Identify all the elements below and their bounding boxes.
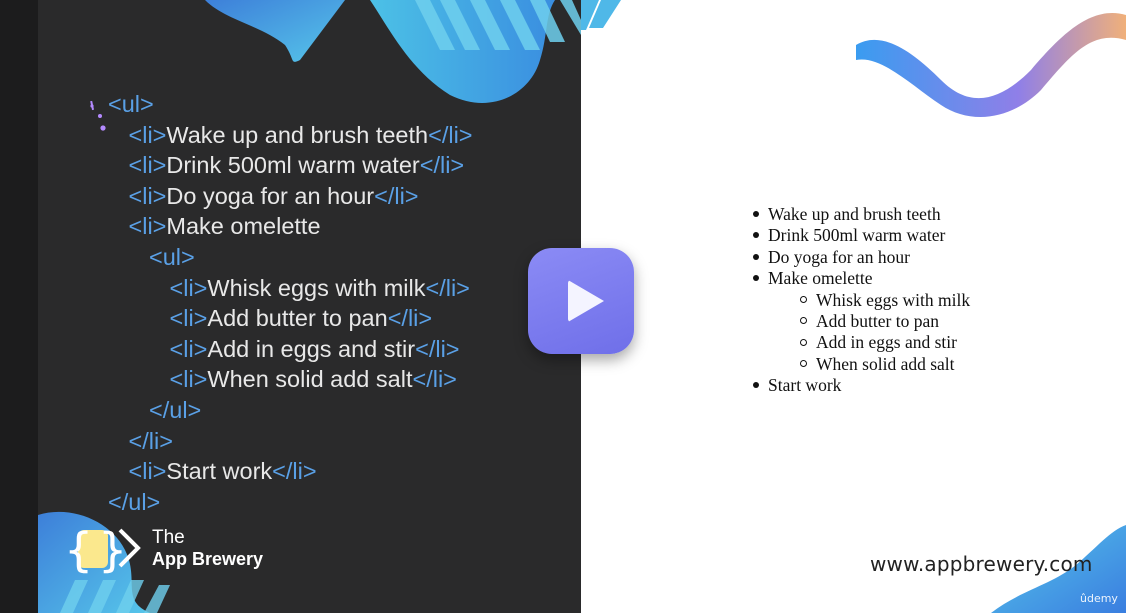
code-text: Do yoga for an hour — [166, 182, 375, 209]
code-line: <ul> — [149, 243, 195, 271]
code-open-tag: <li> — [169, 335, 208, 362]
list-item: Start work — [753, 375, 841, 396]
code-line: </ul> — [108, 488, 160, 516]
code-line: <li>Whisk eggs with milk</li> — [170, 274, 470, 302]
list-item-text: Drink 500ml warm water — [768, 225, 946, 246]
code-open-tag: <li> — [169, 305, 208, 332]
code-text: Add butter to pan — [207, 305, 388, 332]
code-open-tag: </ul> — [149, 397, 202, 423]
nested-list-item: Add butter to pan — [800, 311, 939, 332]
circle-bullet-icon — [800, 338, 807, 346]
code-line: <li>Add in eggs and stir</li> — [170, 335, 460, 363]
code-panel: <ul> <li>Wake up and brush teeth</li> <li>… — [0, 0, 581, 613]
disc-bullet-icon — [753, 253, 759, 260]
code-open-tag: <li> — [128, 152, 167, 179]
code-line: </li> — [129, 427, 173, 455]
list-item-text: Start work — [768, 375, 842, 396]
list-item-text: Wake up and brush teeth — [768, 204, 941, 224]
play-icon — [568, 280, 604, 322]
code-open-tag: <li> — [128, 458, 167, 485]
code-close-tag: </li> — [419, 152, 465, 179]
code-line: <li>When solid add salt</li> — [170, 365, 457, 393]
code-line: <li>Add butter to pan</li> — [170, 304, 433, 332]
code-line: <ul> — [108, 90, 154, 118]
play-button[interactable] — [528, 248, 634, 354]
list-item: Do yoga for an hour — [753, 247, 910, 268]
list-item-text: Add in eggs and stir — [816, 332, 957, 353]
code-line: <li>Do yoga for an hour</li> — [129, 182, 419, 210]
brand-line-2: App Brewery — [152, 549, 264, 569]
list-item-text: Make omelette — [768, 268, 873, 289]
list-item: Drink 500ml warm water — [753, 225, 945, 246]
list-item-text: Add butter to pan — [816, 311, 939, 331]
nested-list-item: When solid add salt — [800, 354, 955, 375]
circle-bullet-icon — [800, 317, 807, 325]
list-item: Wake up and brush teeth — [753, 204, 941, 225]
code-close-tag: </li> — [412, 366, 457, 393]
code-close-tag: </li> — [415, 335, 460, 362]
list-item-text: When solid add salt — [816, 353, 955, 374]
code-open-tag: <li> — [169, 366, 208, 393]
code-open-tag: <ul> — [108, 91, 154, 117]
circle-bullet-icon — [800, 360, 807, 368]
website-url: www.appbrewery.com — [870, 552, 1093, 576]
code-text: Start work — [166, 458, 273, 485]
udemy-watermark: ûdemy — [1080, 592, 1118, 605]
code-text: Drink 500ml warm water — [166, 152, 420, 179]
nested-list-item: Add in eggs and stir — [800, 332, 957, 353]
code-line: </ul> — [149, 396, 201, 424]
nested-list-item: Whisk eggs with milk — [800, 290, 970, 311]
circle-bullet-icon — [800, 296, 807, 304]
list-item: Make omelette — [753, 268, 872, 289]
code-open-tag: <ul> — [149, 244, 195, 270]
code-text: Wake up and brush teeth — [166, 121, 429, 148]
disc-bullet-icon — [753, 382, 759, 389]
code-open-tag: <li> — [128, 182, 167, 209]
code-line: <li>Wake up and brush teeth</li> — [129, 121, 473, 149]
code-close-tag: </li> — [272, 458, 317, 485]
code-open-tag: <li> — [128, 121, 167, 148]
code-line: <li>Start work</li> — [129, 457, 317, 485]
code-open-tag: </li> — [128, 427, 173, 454]
code-close-tag: </li> — [428, 121, 473, 148]
code-text: Make omelette — [166, 213, 321, 240]
code-text: Add in eggs and stir — [207, 335, 416, 362]
code-open-tag: </ul> — [108, 488, 161, 515]
svg-text:{: { — [64, 523, 93, 577]
code-close-tag: </li> — [374, 182, 419, 209]
code-line: <li>Make omelette — [129, 212, 321, 240]
brand-name: The App Brewery — [152, 528, 263, 570]
list-item-text: Do yoga for an hour — [768, 246, 910, 267]
code-text: Whisk eggs with milk — [207, 274, 426, 301]
disc-bullet-icon — [753, 275, 759, 282]
disc-bullet-icon — [753, 210, 759, 217]
code-close-tag: </li> — [425, 274, 470, 301]
list-item-text: Whisk eggs with milk — [816, 289, 971, 310]
code-line: <li>Drink 500ml warm water</li> — [129, 151, 465, 179]
code-close-tag: </li> — [387, 305, 433, 332]
code-open-tag: <li> — [169, 274, 208, 301]
braces-cup-logo-icon: { } — [64, 523, 141, 577]
disc-bullet-icon — [753, 232, 759, 239]
brand-line-1: The — [152, 527, 185, 548]
code-open-tag: <li> — [128, 213, 167, 240]
code-text: When solid add salt — [207, 366, 413, 393]
